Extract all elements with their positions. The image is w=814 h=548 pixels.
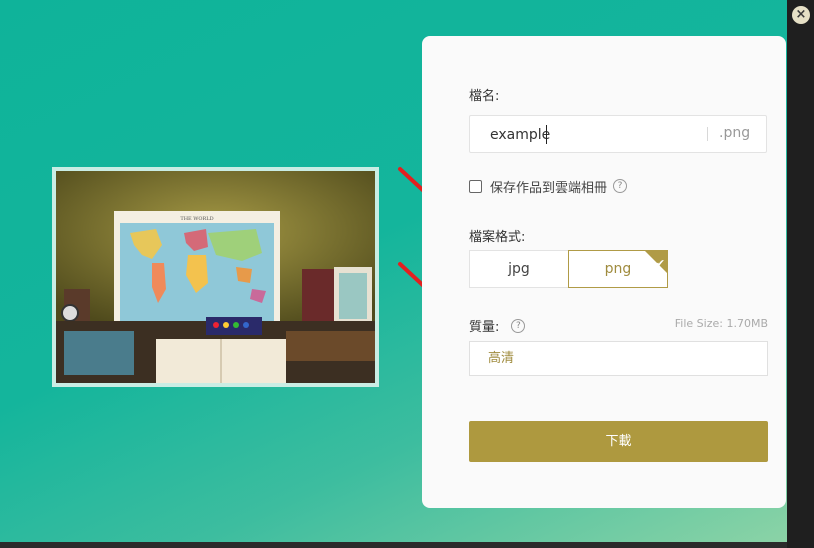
filename-field[interactable]: .png xyxy=(469,115,767,153)
filename-input[interactable] xyxy=(488,124,692,146)
map-title: THE WORLD xyxy=(180,216,213,222)
file-size: File Size: 1.70MB xyxy=(674,317,768,330)
quality-select[interactable]: 高清 xyxy=(469,341,768,376)
quality-row: 質量: ? xyxy=(469,316,526,335)
format-png-button[interactable]: png ✔ xyxy=(568,250,668,288)
close-icon[interactable]: × xyxy=(792,6,810,24)
window-edge xyxy=(787,0,814,548)
quality-help-icon[interactable]: ? xyxy=(511,318,526,333)
format-jpg-button[interactable]: jpg xyxy=(469,250,569,288)
filename-label: 檔名: xyxy=(469,89,500,104)
format-png-label: png xyxy=(604,261,632,277)
extension-divider xyxy=(707,127,708,141)
quality-label: 質量: xyxy=(469,320,500,335)
preview-photo: THE WORLD xyxy=(56,171,375,383)
help-icon[interactable]: ? xyxy=(613,179,628,193)
download-button[interactable]: 下載 xyxy=(469,421,768,462)
save-cloud-row[interactable]: 保存作品到雲端相冊 ? xyxy=(469,177,628,196)
image-preview: THE WORLD xyxy=(52,167,379,387)
check-icon: ✔ xyxy=(655,257,665,270)
download-dialog: 檔名: .png 保存作品到雲端相冊 ? 檔案格式: jpg png ✔ 質量:… xyxy=(422,36,786,508)
save-cloud-checkbox[interactable] xyxy=(469,179,482,193)
save-cloud-label: 保存作品到雲端相冊 xyxy=(490,180,608,196)
text-caret xyxy=(546,125,547,144)
format-label: 檔案格式: xyxy=(469,230,526,245)
extension-label: .png xyxy=(719,125,751,141)
